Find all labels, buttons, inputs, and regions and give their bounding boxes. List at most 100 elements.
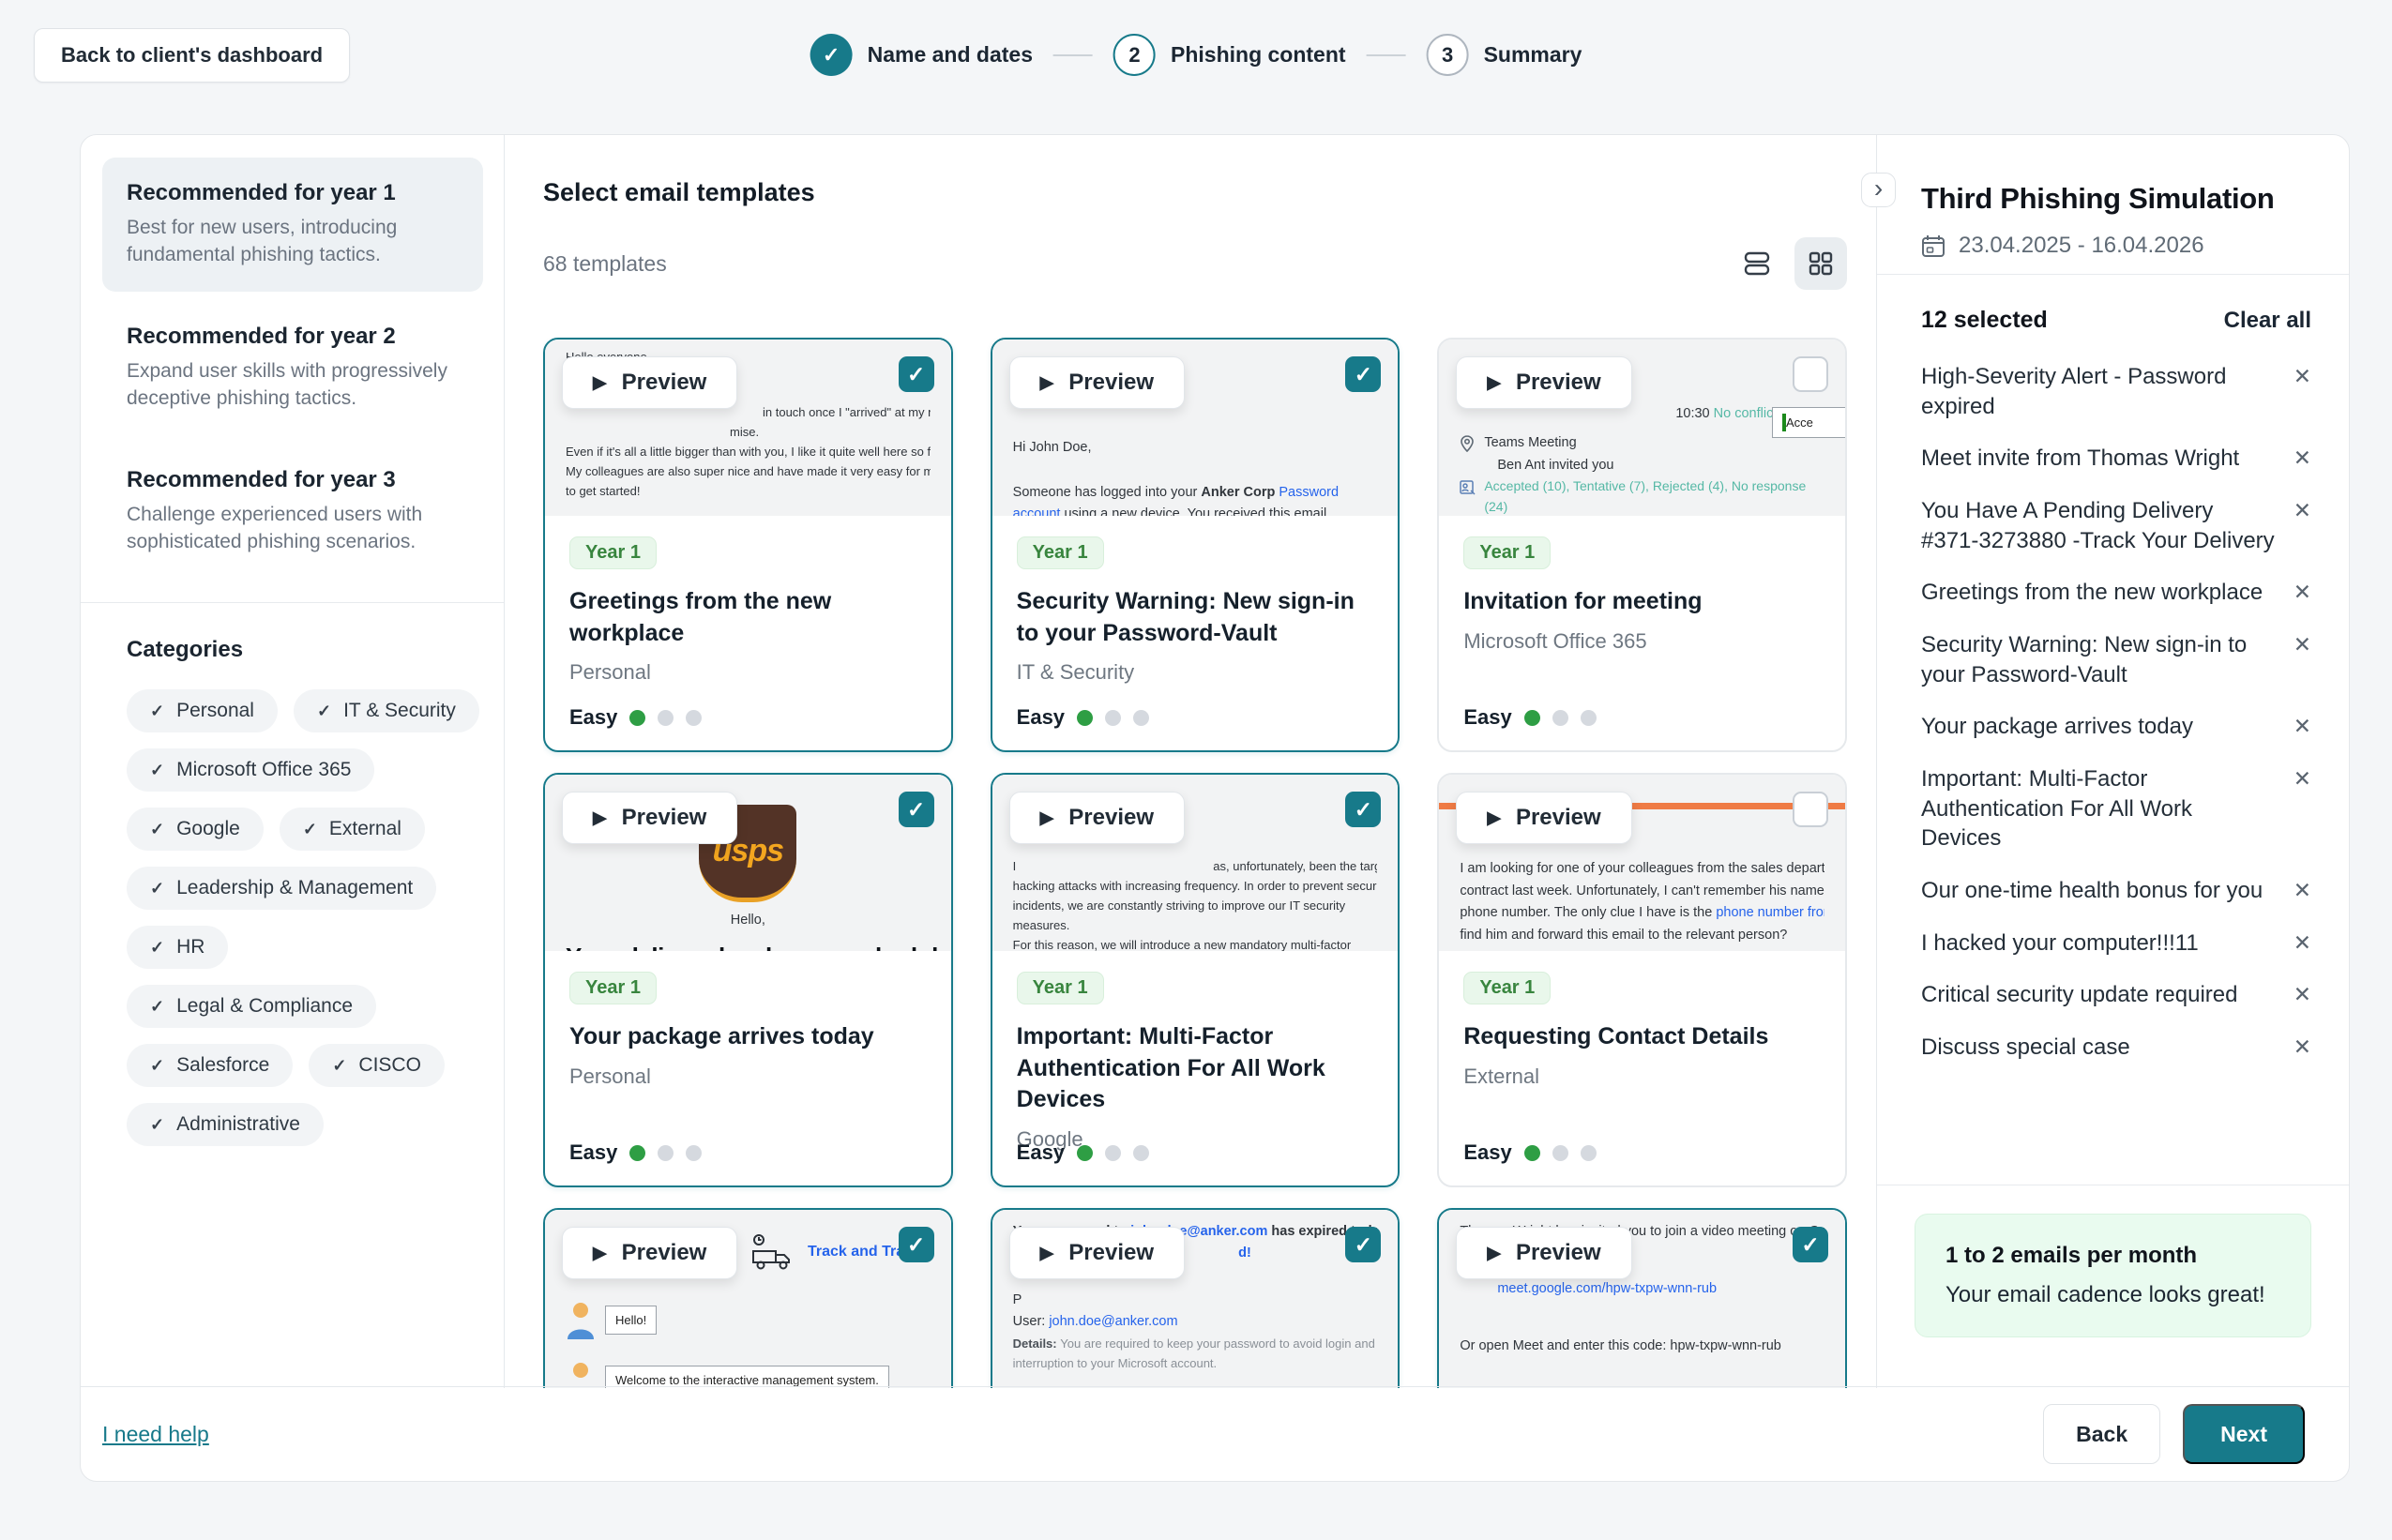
template-checkbox[interactable]: ✓	[899, 356, 934, 392]
step-summary[interactable]: 3 Summary	[1427, 34, 1582, 76]
template-card-greetings-new-workplace[interactable]: Hello everyone, in touch once I "arrived…	[543, 338, 953, 752]
category-pill-salesforce[interactable]: ✓Salesforce	[127, 1044, 293, 1087]
category-pill-administrative[interactable]: ✓Administrative	[127, 1103, 324, 1146]
template-card-google-meet-invite[interactable]: Thomas Wright has invited you to join a …	[1437, 1208, 1847, 1388]
check-icon: ✓	[1355, 1232, 1372, 1258]
list-view-button[interactable]	[1731, 237, 1783, 290]
category-label: Salesforce	[176, 1054, 269, 1077]
remove-item-button[interactable]: ✕	[2294, 632, 2311, 657]
difficulty-dot	[629, 710, 645, 726]
selected-item: Security Warning: New sign-in to your Pa…	[1921, 630, 2311, 689]
simulation-summary-panel: Third Phishing Simulation 23.04.2025 - 1…	[1876, 135, 2349, 1388]
category-pill-legal-compliance[interactable]: ✓Legal & Compliance	[127, 985, 376, 1028]
remove-item-button[interactable]: ✕	[2294, 364, 2311, 389]
template-card-multi-factor-authentication[interactable]: D Ias, unfortunately, been the target of…	[991, 773, 1400, 1187]
play-icon: ▶	[1040, 808, 1054, 829]
remove-item-button[interactable]: ✕	[2294, 1034, 2311, 1060]
difficulty-label: Easy	[1463, 1140, 1511, 1165]
preview-button[interactable]: ▶Preview	[1009, 1227, 1185, 1279]
template-card-package-arrives-today[interactable]: usps Hello, Your delivery has been resch…	[543, 773, 953, 1187]
category-pill-it-security[interactable]: ✓IT & Security	[294, 689, 479, 732]
wizard-stepper: ✓ Name and dates 2 Phishing content 3 Su…	[810, 34, 1582, 76]
preview-button[interactable]: ▶Preview	[1009, 356, 1185, 409]
phishing-simulation-wizard: Back to client's dashboard ✓ Name and da…	[0, 0, 2392, 1540]
remove-item-button[interactable]: ✕	[2294, 766, 2311, 792]
template-category: External	[1463, 1064, 1821, 1089]
remove-item-button[interactable]: ✕	[2294, 580, 2311, 605]
remove-item-button[interactable]: ✕	[2294, 445, 2311, 471]
category-pill-external[interactable]: ✓External	[280, 808, 425, 851]
preview-text: Teams Meeting	[1484, 432, 1576, 454]
template-checkbox[interactable]: ✓	[1345, 792, 1381, 827]
template-checkbox[interactable]: ✓	[899, 1227, 934, 1262]
difficulty-dot	[1524, 1145, 1540, 1161]
content-card: Recommended for year 1 Best for new user…	[80, 134, 2350, 1482]
selected-item-title: High-Severity Alert - Password expired	[1921, 362, 2294, 421]
template-checkbox[interactable]	[1793, 356, 1828, 392]
year-badge: Year 1	[569, 972, 657, 1004]
remove-item-button[interactable]: ✕	[2294, 498, 2311, 523]
template-card-track-and-trace[interactable]: Track and Trace Hello! Welcome to the in…	[543, 1208, 953, 1388]
selected-item-title: I hacked your computer!!!11	[1921, 929, 2294, 959]
preview-text: Hello,	[566, 910, 931, 931]
year-badge: Year 1	[1017, 536, 1104, 569]
clear-all-button[interactable]: Clear all	[2224, 308, 2311, 334]
selected-item: High-Severity Alert - Password expired✕	[1921, 362, 2311, 421]
back-to-dashboard-button[interactable]: Back to client's dashboard	[34, 28, 350, 83]
back-button[interactable]: Back	[2043, 1404, 2160, 1464]
category-pill-personal[interactable]: ✓Personal	[127, 689, 278, 732]
category-pill-microsoft-office-365[interactable]: ✓Microsoft Office 365	[127, 748, 374, 792]
preview-button[interactable]: ▶Preview	[1456, 792, 1631, 844]
selected-item-title: Meet invite from Thomas Wright	[1921, 444, 2294, 474]
preview-text: 10:30	[1675, 406, 1709, 421]
template-checkbox[interactable]: ✓	[1345, 1227, 1381, 1262]
template-card-security-warning-password-vault[interactable]: Hi John Doe, Someone has logged into you…	[991, 338, 1400, 752]
remove-item-button[interactable]: ✕	[2294, 878, 2311, 903]
template-checkbox[interactable]	[1793, 792, 1828, 827]
check-icon: ✓	[1355, 362, 1372, 387]
difficulty-indicator: Easy	[569, 1140, 702, 1165]
preview-button-label: Preview	[622, 1240, 707, 1266]
preview-text: incidents, we are constantly striving to…	[1013, 896, 1378, 915]
remove-item-button[interactable]: ✕	[2294, 930, 2311, 956]
template-grid-viewport: Hello everyone, in touch once I "arrived…	[543, 338, 1847, 1388]
preview-button[interactable]: ▶Preview	[1009, 792, 1185, 844]
next-button[interactable]: Next	[2183, 1404, 2305, 1464]
template-card-invitation-for-meeting[interactable]: 10:30 No conflicts Teams Meeting Ben Ant…	[1437, 338, 1847, 752]
category-pill-hr[interactable]: ✓HR	[127, 926, 228, 969]
remove-item-button[interactable]: ✕	[2294, 982, 2311, 1007]
preview-button[interactable]: ▶Preview	[1456, 1227, 1631, 1279]
template-grid: Hello everyone, in touch once I "arrived…	[543, 338, 1847, 1388]
preview-button[interactable]: ▶Preview	[562, 792, 737, 844]
step-phishing-content[interactable]: 2 Phishing content	[1113, 34, 1346, 76]
category-pill-google[interactable]: ✓Google	[127, 808, 264, 851]
template-card-requesting-contact-details[interactable]: D I am looking for one of your colleague…	[1437, 773, 1847, 1187]
preview-button[interactable]: ▶Preview	[562, 356, 737, 409]
need-help-link[interactable]: I need help	[102, 1422, 209, 1447]
preview-button[interactable]: ▶Preview	[562, 1227, 737, 1279]
difficulty-indicator: Easy	[1017, 705, 1149, 730]
difficulty-dot	[1581, 1145, 1597, 1161]
template-checkbox[interactable]: ✓	[1345, 356, 1381, 392]
step-name-and-dates[interactable]: ✓ Name and dates	[810, 34, 1033, 76]
category-pill-leadership-management[interactable]: ✓Leadership & Management	[127, 867, 436, 910]
sidebar-item-recommended-year-3[interactable]: Recommended for year 3 Challenge experie…	[102, 445, 483, 579]
cadence-subtitle: Your email cadence looks great!	[1945, 1282, 2280, 1308]
difficulty-label: Easy	[1017, 1140, 1065, 1165]
template-card-password-expired[interactable]: Your password to john.doe@anker.com has …	[991, 1208, 1400, 1388]
sidebar-item-recommended-year-1[interactable]: Recommended for year 1 Best for new user…	[102, 158, 483, 292]
category-pill-cisco[interactable]: ✓CISCO	[309, 1044, 445, 1087]
play-icon: ▶	[1487, 1243, 1501, 1264]
sidebar-item-recommended-year-2[interactable]: Recommended for year 2 Expand user skill…	[102, 301, 483, 435]
wizard-footer: I need help Back Next	[81, 1386, 2349, 1481]
difficulty-dot	[1133, 1145, 1149, 1161]
selected-item-title: Critical security update required	[1921, 980, 2294, 1010]
template-checkbox[interactable]: ✓	[1793, 1227, 1828, 1262]
check-icon: ✓	[907, 1232, 925, 1258]
preview-button[interactable]: ▶Preview	[1456, 356, 1631, 409]
template-checkbox[interactable]: ✓	[899, 792, 934, 827]
grid-view-button[interactable]	[1794, 237, 1847, 290]
remove-item-button[interactable]: ✕	[2294, 714, 2311, 739]
template-category: Personal	[569, 1064, 927, 1089]
collapse-panel-button[interactable]: ›	[1861, 173, 1896, 207]
